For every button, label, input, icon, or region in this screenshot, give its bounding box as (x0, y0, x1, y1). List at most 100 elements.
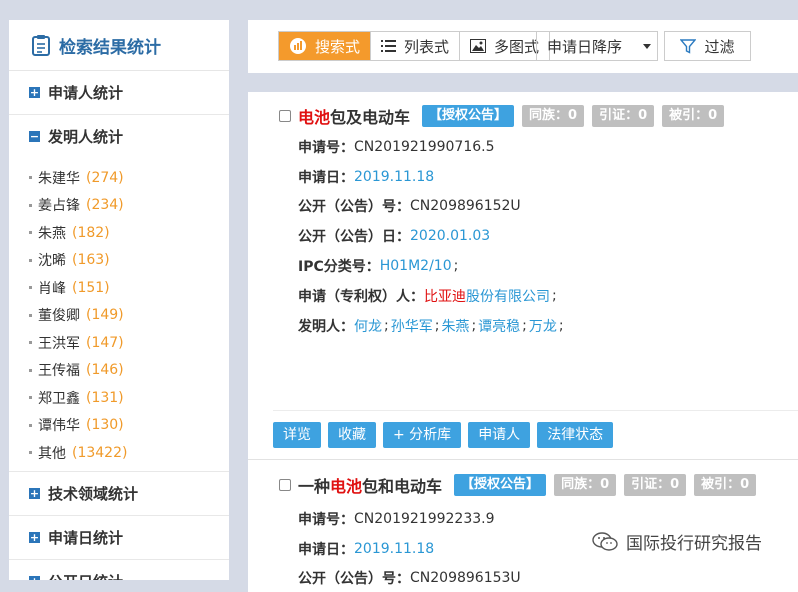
inventor-item[interactable]: 肖峰 (151) (9, 274, 229, 302)
inventor-count: (163) (72, 252, 110, 269)
field-publication-number: 公开（公告）号： CN209896152U (298, 192, 566, 222)
field-label: 申请号： (298, 511, 354, 528)
inventor-count: (13422) (72, 444, 128, 461)
cited-by-count-badge: 被引：0 (662, 105, 725, 127)
citation-count-badge: 引证：0 (624, 474, 687, 496)
field-publication-number: 公开（公告）号： CN209896153U (298, 564, 521, 592)
applicant-highlight: 比亚迪 (424, 288, 466, 305)
filter-label: 过滤 (704, 37, 735, 56)
divider (273, 410, 798, 411)
sidebar-title: 检索结果统计 (9, 20, 229, 71)
inventor-count: (234) (86, 197, 124, 214)
watermark: 国际投行研究报告 (588, 527, 766, 556)
title-highlight: 电池 (298, 108, 331, 127)
search-mode-icon (289, 37, 307, 55)
results-toolbar: 搜索式 列表式 多图式 申请日降序 过滤 (248, 20, 798, 73)
inventor-link[interactable]: 谭亮稳 (478, 316, 520, 336)
inventor-list: 朱建华 (274) 姜占锋 (234) 朱燕 (182) 沈晞 (163) 肖峰 (151… (9, 158, 229, 471)
inventor-item[interactable]: 姜占锋 (234) (9, 192, 229, 220)
inventor-link[interactable]: 朱燕 (441, 316, 469, 336)
stats-sidebar: 检索结果统计 + 申请人统计 − 发明人统计 朱建华 (274) 姜占锋 (234)… (9, 20, 229, 580)
section-label: 申请日统计 (48, 528, 124, 547)
inventor-name: 其他 (38, 445, 66, 462)
inventor-count: (151) (72, 279, 110, 296)
field-application-date: 申请日： 2019.11.18 (298, 534, 521, 564)
section-applicant-stats[interactable]: + 申请人统计 (9, 71, 229, 115)
inventor-link[interactable]: 万龙 (529, 316, 557, 336)
filter-icon (680, 38, 697, 54)
bullet-icon (29, 423, 32, 427)
inventor-item[interactable]: 董俊卿 (149) (9, 302, 229, 330)
legal-status-button[interactable]: 法律状态 (537, 422, 614, 448)
status-badge: 【授权公告】 (454, 474, 547, 496)
view-mode-group: 搜索式 列表式 多图式 (278, 31, 551, 61)
field-label: 申请日： (298, 169, 354, 186)
field-value: CN209896153U (410, 570, 521, 587)
title-text: 包及电动车 (330, 108, 411, 127)
bullet-icon (29, 176, 32, 180)
result-title[interactable]: 一种 电池 包和电动车 【授权公告】 同族：0 引证：0 被引：0 (298, 473, 757, 497)
result-fields: 申请号： CN201921992233.9 申请日： 2019.11.18 公开（公… (298, 504, 521, 592)
sidebar-title-text: 检索结果统计 (59, 37, 161, 58)
result-title[interactable]: 电池 包及电动车 【授权公告】 同族：0 引证：0 被引：0 (298, 104, 725, 128)
field-application-number: 申请号： CN201921992233.9 (298, 504, 521, 534)
view-multi-label: 多图式 (494, 37, 540, 56)
view-list-button[interactable]: 列表式 (371, 32, 461, 60)
applicant-link[interactable]: 比亚迪股份有限公司 (424, 286, 550, 306)
result-actions: 详览 收藏 + 分析库 申请人 法律状态 (273, 422, 620, 448)
bullet-icon (29, 396, 32, 400)
inventor-count: (130) (86, 417, 124, 434)
filter-button[interactable]: 过滤 (664, 31, 751, 61)
inventor-item[interactable]: 谭伟华 (130) (9, 412, 229, 440)
field-publication-date: 公开（公告）日： 2020.01.03 (298, 221, 566, 251)
section-application-date-stats[interactable]: + 申请日统计 (9, 516, 229, 560)
bullet-icon (29, 203, 32, 207)
inventor-count: (182) (72, 224, 110, 241)
inventor-name: 谭伟华 (38, 418, 80, 435)
field-ipc: IPC分类号： H01M2/10; (298, 258, 459, 276)
status-badge: 【授权公告】 (422, 105, 515, 127)
inventor-item[interactable]: 郑卫鑫 (131) (9, 384, 229, 412)
inventor-item[interactable]: 朱建华 (274) (9, 164, 229, 192)
results-list: 电池 包及电动车 【授权公告】 同族：0 引证：0 被引：0 申请号： CN2019… (248, 92, 798, 592)
expand-icon: + (29, 575, 40, 580)
application-date-link[interactable]: 2019.11.18 (354, 541, 434, 557)
field-value: CN201921990716.5 (354, 138, 495, 155)
inventor-link[interactable]: 孙华军 (391, 316, 433, 336)
inventor-name: 郑卫鑫 (38, 390, 80, 407)
publication-date-link[interactable]: 2020.01.03 (410, 228, 490, 244)
view-search-button[interactable]: 搜索式 (279, 32, 372, 60)
field-label: 发明人： (298, 318, 354, 335)
detail-button[interactable]: 详览 (273, 422, 321, 448)
bullet-icon (29, 368, 32, 372)
title-text: 包和电动车 (362, 477, 443, 496)
family-count-badge: 同族：0 (554, 474, 617, 496)
inventor-item[interactable]: 其他 (13422) (9, 439, 229, 467)
list-icon (381, 39, 397, 53)
ipc-link[interactable]: H01M2/10 (380, 258, 452, 274)
section-tech-field-stats[interactable]: + 技术领域统计 (9, 470, 229, 516)
section-label: 技术领域统计 (48, 484, 139, 503)
application-date-link[interactable]: 2019.11.18 (354, 169, 434, 185)
inventor-item[interactable]: 朱燕 (182) (9, 219, 229, 247)
result-checkbox[interactable] (279, 110, 291, 122)
field-label: 公开（公告）号： (298, 571, 410, 588)
bullet-icon (29, 286, 32, 290)
field-value: CN209896152U (410, 198, 521, 215)
favorite-button[interactable]: 收藏 (328, 422, 376, 448)
result-checkbox[interactable] (279, 479, 291, 491)
collapse-icon: − (29, 130, 40, 143)
section-publication-date-stats[interactable]: + 公开日统计 (9, 560, 229, 580)
inventor-item[interactable]: 王洪军 (147) (9, 329, 229, 357)
section-label: 发明人统计 (48, 128, 124, 146)
chevron-down-icon (643, 44, 651, 49)
sort-select[interactable]: 申请日降序 (536, 31, 658, 61)
add-to-analysis-button[interactable]: + 分析库 (383, 422, 462, 448)
section-inventor-stats[interactable]: − 发明人统计 (9, 115, 229, 158)
applicant-button[interactable]: 申请人 (468, 422, 531, 448)
inventor-item[interactable]: 王传福 (146) (9, 357, 229, 385)
inventor-item[interactable]: 沈晞 (163) (9, 247, 229, 275)
wechat-icon (592, 531, 618, 552)
inventor-link[interactable]: 何龙 (354, 316, 382, 336)
bullet-icon (29, 258, 32, 262)
